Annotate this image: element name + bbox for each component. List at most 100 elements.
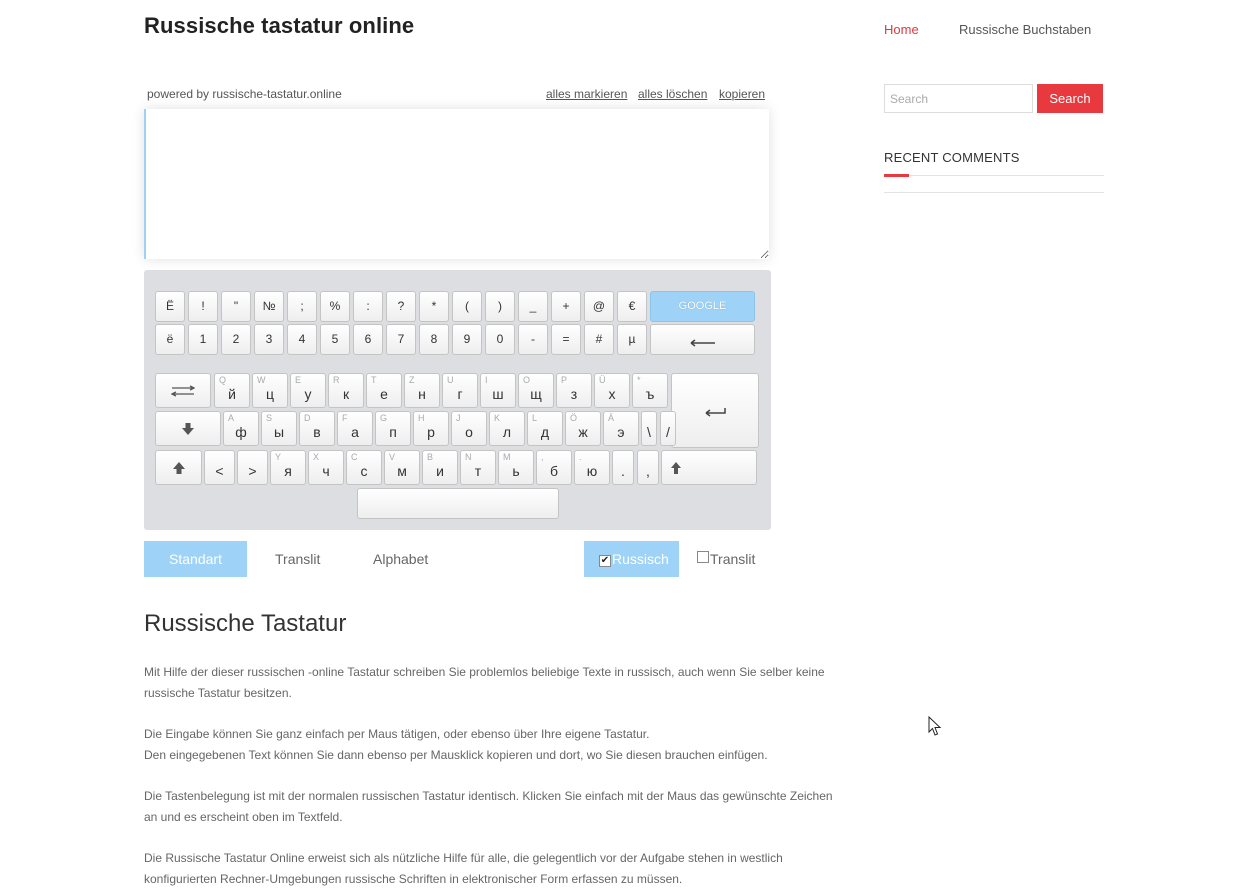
google-button[interactable]: GOOGLE [650,291,755,322]
key-letter[interactable]: Aф [223,411,259,446]
key-slash[interactable]: / [660,411,676,446]
key-3[interactable]: " [221,291,251,322]
key-letter[interactable]: Oщ [518,373,554,408]
key-11[interactable]: ) [485,291,515,322]
shift-right-key[interactable] [661,450,757,485]
tab-standart[interactable]: Standart [144,541,247,577]
key-letter[interactable]: Wц [252,373,288,408]
key-2[interactable]: ! [188,291,218,322]
key-secondary-label: R [333,375,340,385]
search-button[interactable]: Search [1037,84,1103,113]
select-all-link[interactable]: alles markieren [546,87,627,101]
key-letter[interactable]: Rк [328,373,364,408]
key-13[interactable]: = [551,324,581,355]
key-7[interactable]: 6 [353,324,383,355]
key-letter[interactable]: Kл [489,411,525,446]
key-3[interactable]: 2 [221,324,251,355]
key-letter[interactable]: Uг [442,373,478,408]
key-letter[interactable]: Lд [527,411,563,446]
key-letter[interactable]: Eу [290,373,326,408]
key-letter[interactable]: Tе [366,373,402,408]
key-8[interactable]: ? [386,291,416,322]
key-letter[interactable]: Üх [594,373,630,408]
key-4[interactable]: 3 [254,324,284,355]
key-4[interactable]: № [254,291,284,322]
caps-lock-key[interactable] [155,411,221,446]
translit-checkbox[interactable] [697,551,709,563]
key-letter[interactable]: Nт [460,450,496,485]
virtual-keyboard: Ёё! 1 " 2 № 3; 4% 5:6? 7 * 8(9) 0 _ - + = @ # € µ GOOGLE Qй Wц… [144,270,771,530]
key-14[interactable]: @ [584,291,614,322]
nav-russische-buchstaben-link[interactable]: Russische Buchstaben [959,22,1091,37]
key-secondary-label: Q [219,375,227,385]
key-letter[interactable]: Qй [214,373,250,408]
key-letter[interactable]: Xч [308,450,344,485]
key-letter[interactable]: ,б [536,450,572,485]
key-greater-than[interactable]: > [237,450,268,485]
search-input[interactable] [884,84,1033,113]
key-2[interactable]: 1 [188,324,218,355]
key-letter[interactable]: Pз [556,373,592,408]
key-letter[interactable]: Hр [413,411,449,446]
key-5[interactable]: 4 [287,324,317,355]
key-letter[interactable]: Cс [346,450,382,485]
key-1[interactable]: ё [155,324,185,355]
key-6[interactable]: % [320,291,350,322]
key-letter[interactable]: Yя [270,450,306,485]
key-8[interactable]: 7 [386,324,416,355]
key-9[interactable]: * [419,291,449,322]
key-15[interactable]: µ [617,324,647,355]
key-letter[interactable]: Sы [261,411,297,446]
option-russisch[interactable]: ✔ Russisch [584,541,679,577]
text-editor[interactable] [144,109,769,259]
option-translit[interactable]: Translit [697,541,755,577]
key-secondary-label: C [351,452,358,462]
key-letter[interactable]: Vм [384,450,420,485]
backspace-icon [651,336,754,350]
tab-translit[interactable]: Translit [275,541,320,577]
site-title[interactable]: Russische tastatur online [144,13,414,39]
key-letter[interactable]: Gп [375,411,411,446]
backspace-key[interactable] [650,324,755,355]
key-letter[interactable]: Fа [337,411,373,446]
russisch-checkbox[interactable]: ✔ [599,555,611,567]
tab-key[interactable] [155,373,211,408]
key-12[interactable]: _ [518,291,548,322]
nav-home-link[interactable]: Home [884,22,919,37]
content-heading: Russische Tastatur [144,610,347,637]
enter-key[interactable] [671,373,759,448]
key-letter[interactable]: Mь [498,450,534,485]
space-key[interactable] [357,488,559,519]
key-letter[interactable]: .ю [574,450,610,485]
key-backslash[interactable]: \ [641,411,657,446]
key-letter[interactable]: Jо [451,411,487,446]
key-6[interactable]: 5 [320,324,350,355]
key-label: в [313,424,321,440]
key-letter[interactable]: Äэ [603,411,639,446]
key-letter[interactable]: Iш [480,373,516,408]
key-letter[interactable]: * ъ [632,373,668,408]
key-5[interactable]: ; [287,291,317,322]
key-letter[interactable]: Öж [565,411,601,446]
key-comma[interactable]: , [637,450,659,485]
clear-all-link[interactable]: alles löschen [638,87,707,101]
tab-alphabet[interactable]: Alphabet [373,541,428,577]
key-period[interactable]: . [612,450,634,485]
key-7[interactable]: : [353,291,383,322]
key-9[interactable]: 8 [419,324,449,355]
key-12[interactable]: - [518,324,548,355]
key-10[interactable]: ( [452,291,482,322]
key-letter[interactable]: Zн [404,373,440,408]
key-15[interactable]: € [617,291,647,322]
key-letter[interactable]: Dв [299,411,335,446]
key-less-than[interactable]: < [204,450,235,485]
key-10[interactable]: 9 [452,324,482,355]
key-14[interactable]: # [584,324,614,355]
key-13[interactable]: + [551,291,581,322]
shift-left-key[interactable] [155,450,202,485]
key-letter[interactable]: Bи [422,450,458,485]
key-11[interactable]: 0 [485,324,515,355]
copy-link[interactable]: kopieren [719,87,765,101]
key-1[interactable]: Ё [155,291,185,322]
key-label: ! [201,299,205,313]
